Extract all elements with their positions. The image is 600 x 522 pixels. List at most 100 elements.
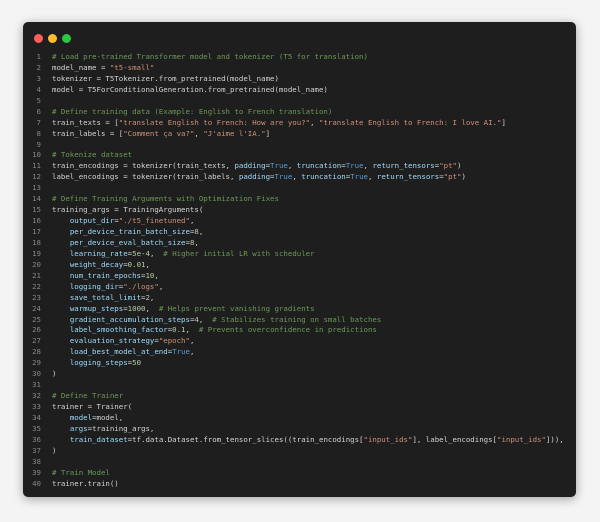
code-token: , — [189, 216, 195, 226]
line-number: 21 — [32, 270, 41, 280]
code-token: True — [345, 161, 364, 171]
code-token: , — [310, 117, 319, 127]
code-token: evaluation_strategy — [69, 336, 155, 346]
line-number: 13 — [32, 183, 41, 193]
code-line: 34 model=model, — [23, 413, 576, 424]
code-line: 36 train_dataset=tf.data.Dataset.from_te… — [23, 435, 576, 446]
code-token: , — [194, 237, 199, 247]
code-token: save_total_limit — [69, 292, 142, 302]
code-line: 2 model_name = "t5-small" — [23, 63, 576, 74]
line-number: 2 — [36, 62, 41, 72]
line-number: 6 — [36, 106, 41, 116]
code-line: 16 output_dir="./t5_finetuned", — [23, 216, 576, 227]
code-token: # Helps prevent vanishing gradients — [158, 303, 315, 313]
code-line: 14 # Define Training Arguments with Optim… — [23, 194, 576, 205]
code-token: "./logs" — [123, 281, 159, 291]
line-number: 3 — [36, 73, 41, 83]
code-line: 37) — [23, 446, 576, 457]
line-number: 9 — [36, 139, 41, 149]
line-number: 16 — [32, 216, 41, 226]
code-token: =tf.data.Dataset.from_tensor_slices((tra… — [127, 434, 364, 444]
code-line: 1 # Load pre-trained Transformer model an… — [23, 52, 576, 63]
code-line: 29 logging_steps=50 — [23, 358, 576, 369]
code-line: 40 trainer.train() — [23, 479, 576, 490]
code-token: logging_steps — [69, 358, 128, 368]
code-token: truncation — [296, 161, 342, 171]
line-number: 14 — [32, 194, 41, 204]
code-token: ) — [52, 369, 57, 379]
line-number: 30 — [32, 369, 41, 379]
code-line: 5 — [23, 96, 576, 107]
code-token: # Tokenize dataset — [52, 150, 133, 160]
code-token: model — [69, 412, 93, 422]
code-token: 50 — [132, 358, 142, 368]
code-token: trainer = Trainer( — [52, 402, 133, 411]
zoom-window-icon[interactable] — [62, 34, 71, 43]
code-line: 17 per_device_train_batch_size=8, — [23, 227, 576, 238]
line-number: 38 — [32, 456, 41, 466]
minimize-window-icon[interactable] — [48, 34, 57, 43]
code-line: 28 load_best_model_at_end=True, — [23, 347, 576, 358]
code-token: label_smoothing_factor — [69, 325, 168, 335]
code-token: ) — [461, 172, 466, 182]
code-line: 8 train_labels = ["Comment ça va?", "J'ai… — [23, 129, 576, 140]
line-number: 12 — [32, 172, 41, 182]
code-token: ) — [457, 161, 462, 171]
code-token: ], label_encodings[ — [412, 434, 497, 444]
code-token: 0.1 — [172, 325, 186, 335]
line-number: 37 — [32, 445, 41, 455]
line-number: 8 — [36, 128, 41, 138]
code-line: 31 — [23, 380, 576, 391]
code-token: model_name = — [52, 62, 110, 72]
code-token: return_tensors — [376, 172, 440, 182]
code-token: # Load pre-trained Transformer model and… — [52, 52, 368, 61]
code-line: 33 trainer = Trainer( — [23, 402, 576, 413]
code-token: , — [198, 227, 204, 236]
code-token: 5e-4 — [132, 248, 150, 258]
code-line: 25 gradient_accumulation_steps=4, # Stab… — [23, 315, 576, 326]
code-token: "Comment ça va?" — [123, 128, 195, 138]
code-token: padding — [234, 161, 266, 171]
code-token: # Define training data (Example: English… — [52, 106, 333, 116]
line-number: 36 — [32, 434, 41, 444]
code-line: 11 train_encodings = tokenizer(train_text… — [23, 161, 576, 172]
line-number: 11 — [32, 161, 41, 171]
line-number: 23 — [32, 292, 41, 302]
code-token: ] — [265, 128, 271, 138]
code-line: 7 train_texts = ["translate English to Fr… — [23, 118, 576, 129]
code-token: 1000 — [127, 303, 146, 313]
code-line: 30) — [23, 369, 576, 380]
code-editor[interactable]: 1 # Load pre-trained Transformer model an… — [23, 52, 576, 490]
line-number: 40 — [32, 478, 41, 488]
line-number: 18 — [32, 237, 41, 247]
code-token: , — [292, 172, 302, 182]
code-token: , — [149, 248, 164, 258]
code-token: gradient_accumulation_steps — [69, 314, 190, 324]
code-token: , — [154, 270, 159, 280]
line-number: 22 — [32, 281, 41, 291]
code-token: ])), — [545, 434, 564, 444]
code-line: 23 save_total_limit=2, — [23, 293, 576, 304]
close-window-icon[interactable] — [34, 34, 43, 43]
code-token: True — [350, 172, 368, 182]
line-number: 10 — [32, 150, 41, 160]
code-token: , — [145, 303, 159, 313]
code-token: num_train_epochs — [69, 270, 142, 280]
code-token: , — [145, 259, 150, 269]
line-number: 33 — [32, 402, 41, 411]
code-token: ] — [501, 117, 506, 127]
code-token: # Define Training Arguments with Optimiz… — [52, 194, 279, 204]
code-line: 20 weight_decay=0.01, — [23, 260, 576, 271]
code-token: # Higher initial LR with scheduler — [163, 248, 315, 258]
code-token: learning_rate — [69, 248, 128, 258]
code-token: model = T5ForConditionalGeneration.from_… — [52, 84, 328, 94]
code-token: train_dataset — [69, 434, 128, 444]
line-number: 19 — [32, 248, 41, 258]
